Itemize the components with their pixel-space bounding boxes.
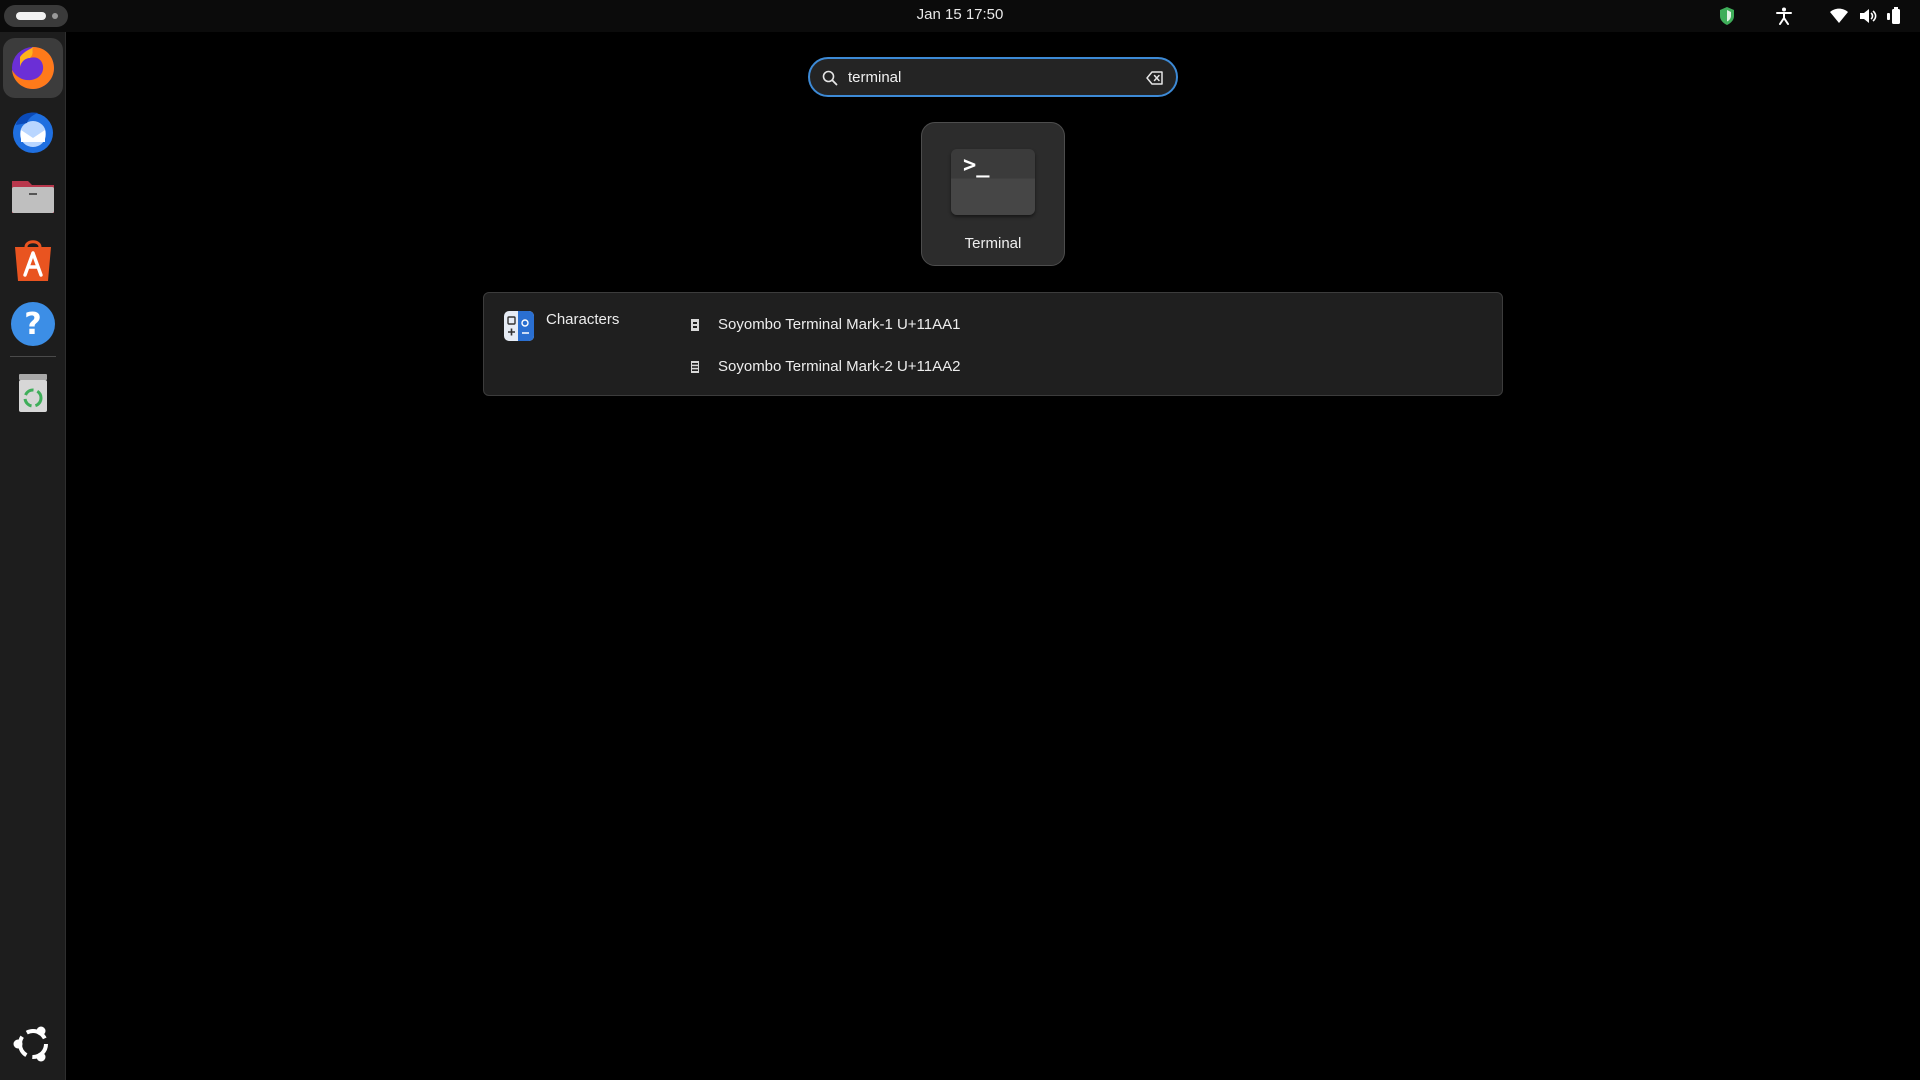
dock-item-thunderbird[interactable] xyxy=(3,102,63,162)
help-icon: ? xyxy=(11,302,55,346)
app-result-label: Terminal xyxy=(964,235,1022,252)
dock-item-firefox[interactable] xyxy=(3,38,63,98)
soyombo-glyph-icon xyxy=(691,319,699,331)
backspace-clear-icon[interactable] xyxy=(1146,70,1164,86)
shield-icon[interactable] xyxy=(1718,6,1736,26)
accessibility-icon[interactable] xyxy=(1775,6,1793,26)
character-result-row[interactable]: Soyombo Terminal Mark-2 U+11AA2 xyxy=(684,351,1384,383)
clock-area: Jan 15 17:50 xyxy=(0,0,1920,32)
search-box[interactable] xyxy=(808,57,1178,97)
firefox-icon xyxy=(12,47,54,89)
show-apps-button[interactable] xyxy=(3,1014,63,1074)
workspace-indicator-active xyxy=(16,12,46,20)
search-input[interactable] xyxy=(848,65,1138,89)
soyombo-glyph-icon xyxy=(691,361,699,373)
workspace-indicator-dot xyxy=(52,13,58,19)
battery-icon[interactable] xyxy=(1886,6,1906,26)
app-result-terminal[interactable]: >_ Terminal xyxy=(921,122,1065,266)
dock-item-app-center[interactable] xyxy=(3,230,63,290)
dock-item-files[interactable] xyxy=(3,166,63,226)
dock-item-trash[interactable] xyxy=(3,362,63,422)
character-result-label: Soyombo Terminal Mark-2 U+11AA2 xyxy=(718,358,961,375)
terminal-prompt-glyph: >_ xyxy=(963,153,990,178)
top-bar: Jan 15 17:50 xyxy=(0,0,1920,32)
dock-item-help[interactable]: ? xyxy=(3,294,63,354)
files-icon xyxy=(12,181,54,213)
svg-text:?: ? xyxy=(24,307,41,342)
app-center-icon xyxy=(15,240,51,281)
search-icon xyxy=(822,70,838,86)
trash-icon xyxy=(19,374,47,412)
terminal-icon: >_ xyxy=(951,149,1035,215)
character-result-label: Soyombo Terminal Mark-1 U+11AA1 xyxy=(718,316,961,333)
character-result-row[interactable]: Soyombo Terminal Mark-1 U+11AA1 xyxy=(684,309,1384,341)
clock[interactable]: Jan 15 17:50 xyxy=(917,6,1004,23)
activities-button[interactable] xyxy=(4,5,68,27)
search-provider-characters: Characters Soyombo Terminal Mark-1 U+11A… xyxy=(483,292,1503,396)
wifi-icon[interactable] xyxy=(1829,6,1849,26)
volume-icon[interactable] xyxy=(1858,6,1878,26)
ubuntu-logo-icon xyxy=(13,1026,48,1062)
characters-app-icon[interactable] xyxy=(504,311,534,341)
provider-name[interactable]: Characters xyxy=(546,311,619,328)
dock: ? xyxy=(0,32,66,1080)
thunderbird-icon xyxy=(13,112,53,153)
dock-separator xyxy=(10,356,56,357)
